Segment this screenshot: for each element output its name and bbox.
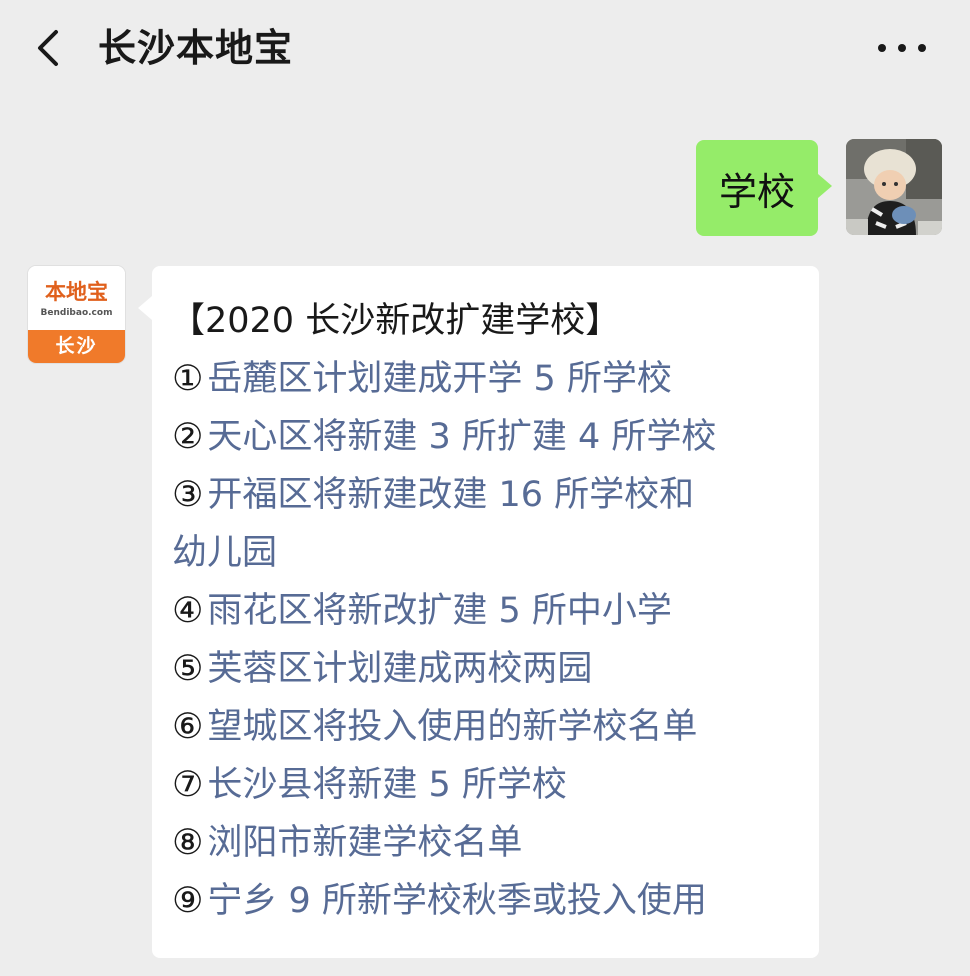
link-item-1[interactable]: ① 岳麓区计划建成开学 5 所学校 — [172, 350, 812, 408]
link-item-9[interactable]: ⑨ 宁乡 9 所新学校秋季或投入使用 — [172, 872, 812, 930]
user-avatar[interactable] — [846, 139, 942, 235]
more-options-button[interactable] — [876, 38, 928, 58]
user-message-text: 学校 — [718, 169, 795, 214]
official-account-avatar[interactable]: 本地宝 Bendibao.com 长沙 — [28, 266, 125, 363]
reply-message-bubble: 【2020 长沙新改扩建学校】 ① 岳麓区计划建成开学 5 所学校 ② 天心区将新建… — [138, 266, 819, 958]
page-title: 长沙本地宝 — [98, 26, 294, 70]
link-item-8[interactable]: ⑧ 浏阳市新建学校名单 — [172, 814, 812, 872]
chevron-left-icon — [38, 30, 58, 66]
link-item-3[interactable]: ③ 开福区将新建改建 16 所学校和 幼儿园 — [172, 466, 812, 582]
reply-heading: 【2020 长沙新改扩建学校】 — [170, 301, 621, 341]
link-item-4[interactable]: ④ 雨花区将新改扩建 5 所中小学 — [172, 582, 812, 640]
user-message-bubble[interactable]: 学校 — [696, 140, 832, 236]
more-dots-icon — [878, 44, 886, 52]
back-button[interactable] — [30, 28, 70, 68]
school-link-list: ① 岳麓区计划建成开学 5 所学校 ② 天心区将新建 3 所扩建 4 所学校 ③ 开福… — [172, 350, 812, 930]
top-nav-bar: 长沙本地宝 — [0, 0, 970, 96]
avatar-photo — [846, 139, 942, 235]
link-item-6[interactable]: ⑥ 望城区将投入使用的新学校名单 — [172, 698, 812, 756]
logo-domain-text: Bendibao.com — [40, 308, 113, 318]
logo-city-text: 长沙 — [28, 330, 125, 363]
link-item-7[interactable]: ⑦ 长沙县将新建 5 所学校 — [172, 756, 812, 814]
logo-top: 本地宝 Bendibao.com — [28, 266, 125, 330]
link-item-5[interactable]: ⑤ 芙蓉区计划建成两校两园 — [172, 640, 812, 698]
logo-brand-text: 本地宝 — [45, 279, 108, 304]
link-item-3-continued: 幼儿园 — [172, 533, 278, 573]
link-item-2[interactable]: ② 天心区将新建 3 所扩建 4 所学校 — [172, 408, 812, 466]
